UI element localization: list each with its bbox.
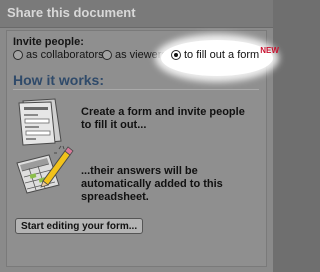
radio-collaborators[interactable] [13,50,23,60]
radio-option-form[interactable]: to fill out a form NEW [171,45,279,61]
share-dialog: Share this document Invite people: as co… [0,0,279,272]
invite-label: Invite people: [13,36,84,48]
new-badge: NEW [260,45,279,55]
radio-collaborators-label: as collaborators [26,49,104,61]
start-editing-form-button[interactable]: Start editing your form... [15,218,144,234]
radio-option-viewers[interactable]: as viewers [102,49,167,61]
share-panel: Invite people: as collaborators as viewe… [6,30,279,267]
heading-divider [13,89,259,90]
radio-form[interactable] [171,50,181,60]
radio-viewers[interactable] [102,50,112,60]
radio-option-collaborators[interactable]: as collaborators [13,49,104,61]
how-it-works-heading: How it works: [13,72,105,88]
form-document-icon [13,97,69,152]
radio-viewers-label: as viewers [115,49,167,61]
spreadsheet-pencil-icon [13,145,75,202]
step-2-text: ...their answers will be automatically a… [81,165,223,203]
dialog-title-bar: Share this document [0,0,273,28]
radio-form-label: to fill out a form [184,49,260,61]
step-1-text: Create a form and invite people to fill … [81,106,245,131]
dialog-title: Share this document [7,5,136,20]
